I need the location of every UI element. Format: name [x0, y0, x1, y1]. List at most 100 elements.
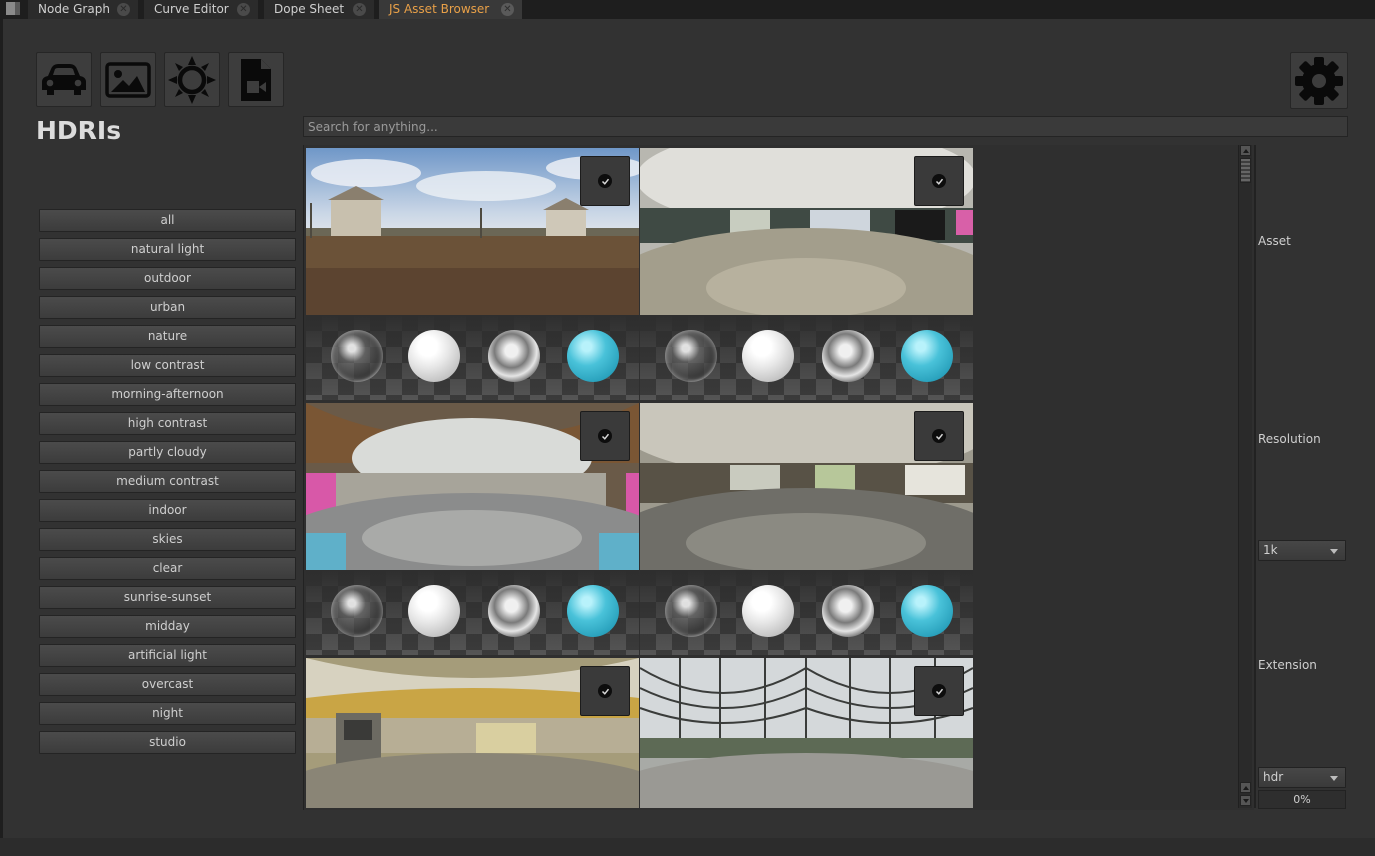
white-sphere [408, 585, 460, 637]
scroll-down-icon[interactable] [1240, 795, 1251, 806]
category-button[interactable]: high contrast [39, 412, 296, 435]
check-circle-icon [598, 684, 612, 698]
panel-divider[interactable] [1254, 145, 1256, 808]
scroll-up-icon[interactable] [1240, 782, 1251, 793]
tab-js-asset-browser[interactable]: JS Asset Browser ✕ [379, 0, 522, 19]
chrome-sphere [822, 585, 874, 637]
extension-value: hdr [1263, 770, 1284, 784]
check-circle-icon [932, 429, 946, 443]
white-sphere [742, 585, 794, 637]
material-preview [306, 570, 639, 655]
category-button[interactable]: partly cloudy [39, 441, 296, 464]
status-strip [0, 838, 1375, 856]
grid-scrollbar[interactable] [1238, 145, 1252, 808]
image-icon [105, 61, 151, 98]
category-button[interactable]: artificial light [39, 644, 296, 667]
blue-sphere [567, 585, 619, 637]
section-title: HDRIs [36, 116, 122, 145]
download-progress: 0% [1258, 790, 1346, 809]
scroll-thumb[interactable] [1240, 158, 1251, 183]
resolution-select[interactable]: 1k [1258, 540, 1346, 561]
white-sphere [742, 330, 794, 382]
video-file-icon [241, 58, 271, 101]
car-icon [42, 63, 86, 95]
category-button[interactable]: low contrast [39, 354, 296, 377]
tab-bar: Node Graph ✕ Curve Editor ✕ Dope Sheet ✕… [0, 0, 1375, 19]
search-input[interactable] [303, 116, 1348, 137]
category-button[interactable]: night [39, 702, 296, 725]
sun-icon [168, 55, 216, 104]
tab-label: JS Asset Browser [389, 2, 490, 16]
category-button[interactable]: morning-afternoon [39, 383, 296, 406]
category-button[interactable]: outdoor [39, 267, 296, 290]
select-toggle[interactable] [580, 411, 630, 461]
scroll-up-icon[interactable] [1240, 145, 1251, 156]
check-circle-icon [932, 174, 946, 188]
pane-menu-icon[interactable] [6, 2, 20, 15]
check-circle-icon [932, 684, 946, 698]
resolution-value: 1k [1263, 543, 1278, 557]
blue-sphere [901, 585, 953, 637]
close-icon[interactable]: ✕ [353, 3, 366, 16]
asset-label: Asset [1258, 234, 1291, 248]
check-circle-icon [598, 174, 612, 188]
models-button[interactable] [36, 52, 92, 107]
textures-button[interactable] [100, 52, 156, 107]
tab-label: Curve Editor [154, 2, 229, 16]
chevron-down-icon [1330, 549, 1338, 554]
select-toggle[interactable] [580, 666, 630, 716]
resolution-label: Resolution [1258, 432, 1321, 446]
gear-icon [1295, 56, 1343, 105]
extension-label: Extension [1258, 658, 1317, 672]
settings-button[interactable] [1290, 52, 1348, 109]
select-toggle[interactable] [580, 156, 630, 206]
asset-tile[interactable] [306, 403, 639, 655]
hdris-button[interactable] [164, 52, 220, 107]
blue-sphere [901, 330, 953, 382]
chevron-down-icon [1330, 776, 1338, 781]
asset-grid [303, 145, 1254, 810]
tab-node-graph[interactable]: Node Graph ✕ [28, 0, 138, 19]
asset-tile[interactable] [306, 658, 639, 808]
category-button[interactable]: urban [39, 296, 296, 319]
white-sphere [408, 330, 460, 382]
category-button[interactable]: natural light [39, 238, 296, 261]
asset-tile[interactable] [306, 148, 639, 400]
extension-select[interactable]: hdr [1258, 767, 1346, 788]
asset-tile[interactable] [640, 658, 973, 808]
chrome-sphere [488, 330, 540, 382]
tab-dope-sheet[interactable]: Dope Sheet ✕ [264, 0, 374, 19]
tab-label: Node Graph [38, 2, 110, 16]
category-button[interactable]: skies [39, 528, 296, 551]
tab-curve-editor[interactable]: Curve Editor ✕ [144, 0, 258, 19]
category-button[interactable]: medium contrast [39, 470, 296, 493]
blue-sphere [567, 330, 619, 382]
category-button[interactable]: clear [39, 557, 296, 580]
videos-button[interactable] [228, 52, 284, 107]
select-toggle[interactable] [914, 156, 964, 206]
category-list: all natural light outdoor urban nature low co… [39, 209, 296, 760]
category-button[interactable]: overcast [39, 673, 296, 696]
close-icon[interactable]: ✕ [117, 3, 130, 16]
close-icon[interactable]: ✕ [501, 3, 514, 16]
category-button[interactable]: indoor [39, 499, 296, 522]
pane-border [0, 19, 3, 856]
select-toggle[interactable] [914, 411, 964, 461]
chrome-sphere [488, 585, 540, 637]
category-button[interactable]: studio [39, 731, 296, 754]
glass-sphere [665, 330, 717, 382]
glass-sphere [665, 585, 717, 637]
glass-sphere [331, 330, 383, 382]
category-button[interactable]: sunrise-sunset [39, 586, 296, 609]
tab-label: Dope Sheet [274, 2, 345, 16]
category-button[interactable]: all [39, 209, 296, 232]
close-icon[interactable]: ✕ [237, 3, 250, 16]
asset-tile[interactable] [640, 403, 973, 655]
select-toggle[interactable] [914, 666, 964, 716]
material-preview [640, 315, 973, 400]
chrome-sphere [822, 330, 874, 382]
category-button[interactable]: midday [39, 615, 296, 638]
material-preview [306, 315, 639, 400]
asset-tile[interactable] [640, 148, 973, 400]
category-button[interactable]: nature [39, 325, 296, 348]
